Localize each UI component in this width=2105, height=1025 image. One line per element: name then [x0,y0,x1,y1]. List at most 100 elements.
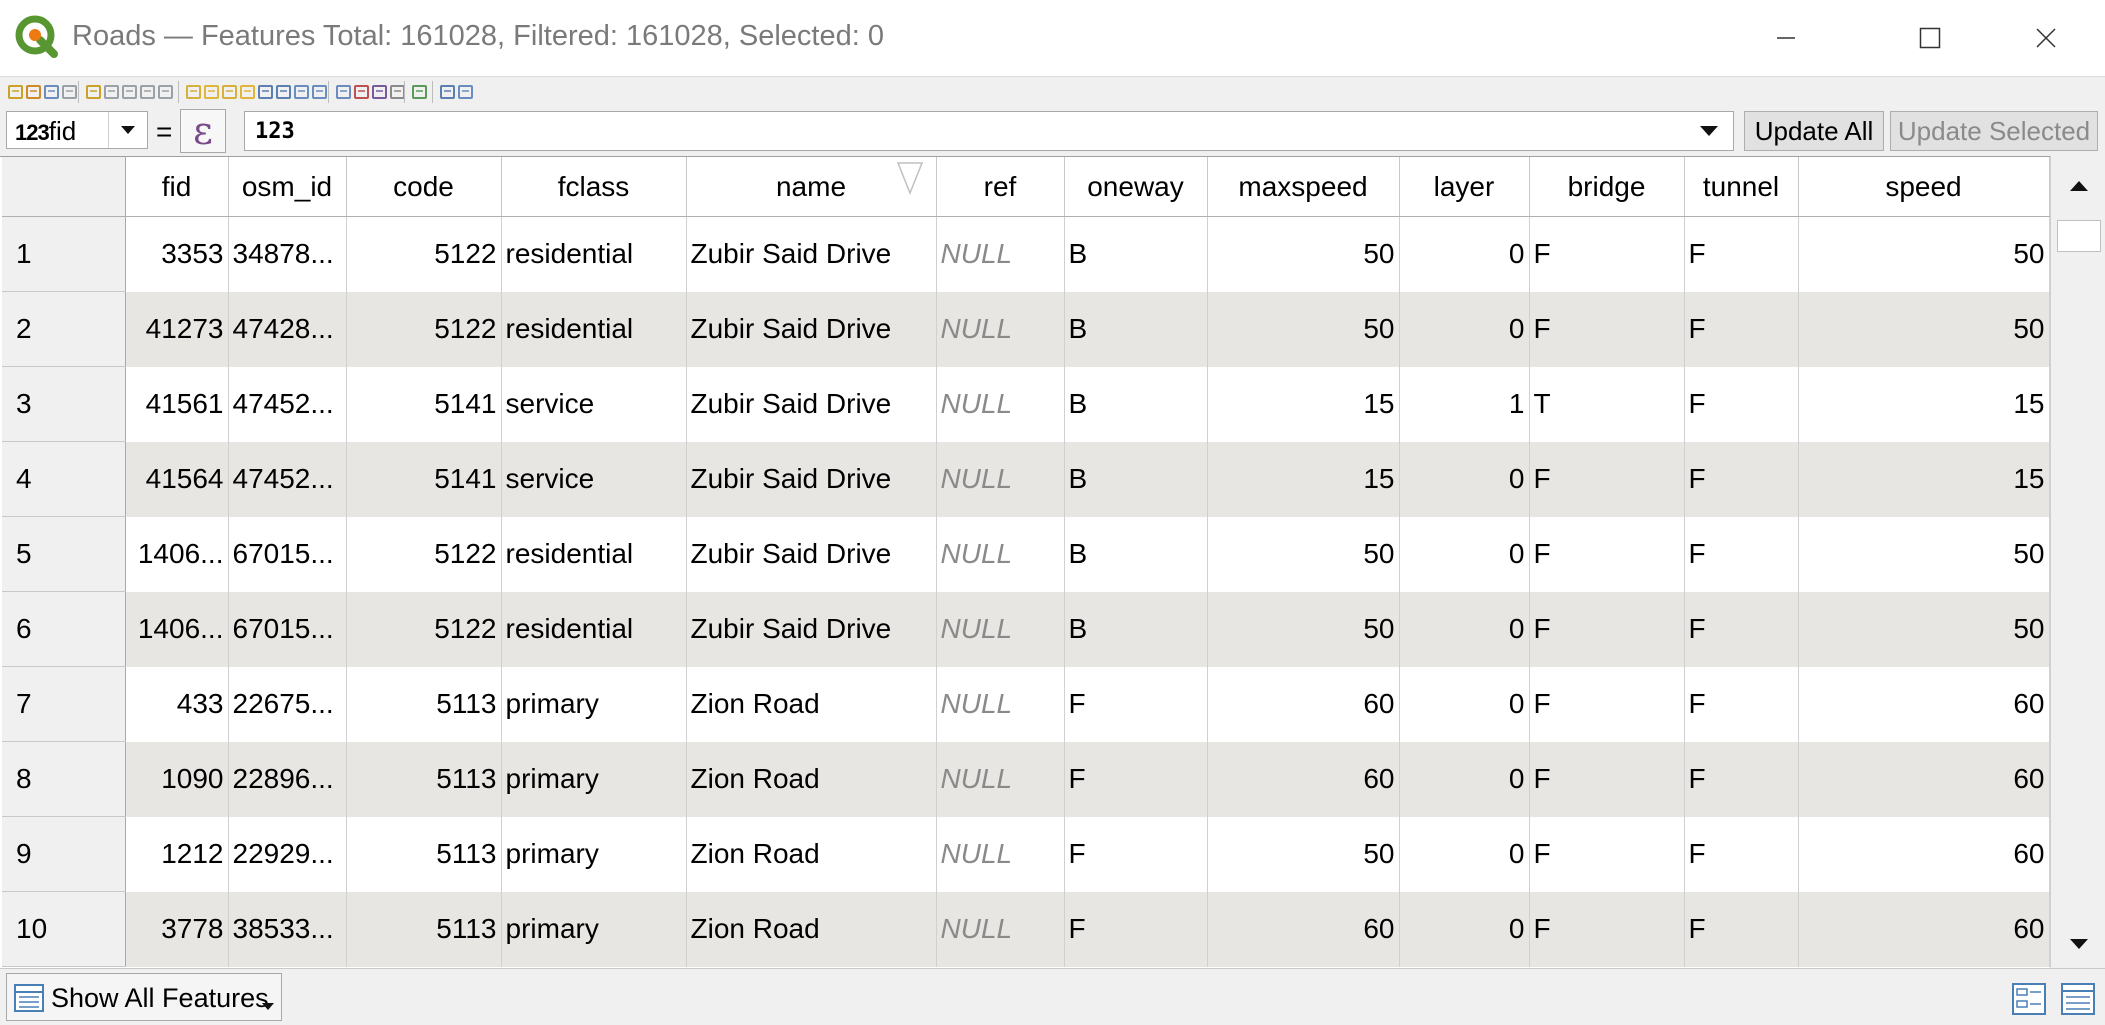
expression-field[interactable] [253,118,1637,145]
save-edits-icon[interactable] [42,82,62,102]
cell-osm_id[interactable]: 47452... [228,441,347,517]
cell-fclass[interactable]: residential [501,516,687,592]
cell-bridge[interactable]: F [1529,291,1685,367]
cell-tunnel[interactable]: F [1684,666,1799,742]
cell-name[interactable]: Zubir Said Drive [686,591,937,667]
cell-fclass[interactable]: residential [501,291,687,367]
cell-osm_id[interactable]: 47428... [228,291,347,367]
cell-speed[interactable]: 60 [1798,741,2050,817]
cell-maxspeed[interactable]: 50 [1207,216,1400,292]
cell-bridge[interactable]: F [1529,441,1685,517]
show-all-features-button[interactable]: Show All Features [6,973,282,1021]
column-header-fclass[interactable]: fclass [501,157,687,217]
actions-icon[interactable] [410,82,430,102]
delete-feature-icon[interactable] [102,82,122,102]
filter-selected-icon[interactable] [256,82,276,102]
cell-oneway[interactable]: F [1064,891,1208,967]
cell-tunnel[interactable]: F [1684,366,1799,442]
column-header-code[interactable]: code [346,157,502,217]
cell-code[interactable]: 5113 [346,666,502,742]
cell-speed[interactable]: 60 [1798,816,2050,892]
cell-maxspeed[interactable]: 60 [1207,741,1400,817]
row-header[interactable]: 8 [2,741,126,817]
cell-code[interactable]: 5122 [346,216,502,292]
cell-speed[interactable]: 15 [1798,366,2050,442]
scroll-down-arrow-icon[interactable] [2051,920,2105,968]
cell-osm_id[interactable]: 47452... [228,366,347,442]
cell-layer[interactable]: 1 [1399,366,1530,442]
cell-layer[interactable]: 0 [1399,816,1530,892]
maximize-button[interactable] [1872,0,1988,76]
cell-oneway[interactable]: F [1064,741,1208,817]
cell-fclass[interactable]: residential [501,591,687,667]
cell-osm_id[interactable]: 38533... [228,891,347,967]
cell-speed[interactable]: 60 [1798,666,2050,742]
cell-name[interactable]: Zubir Said Drive [686,366,937,442]
expression-input[interactable] [244,111,1734,151]
cell-name[interactable]: Zubir Said Drive [686,216,937,292]
invert-selection-icon[interactable] [220,82,240,102]
cut-icon[interactable] [120,82,140,102]
cell-ref[interactable]: NULL [936,816,1065,892]
table-row[interactable]: 9 1212 22929... 5113 primary Zion Road NULL F 50… [2,816,2050,892]
table-view-icon[interactable] [2060,981,2096,1017]
cell-fid[interactable]: 1406... [125,591,229,667]
cell-bridge[interactable]: F [1529,216,1685,292]
cell-fclass[interactable]: primary [501,666,687,742]
cell-layer[interactable]: 0 [1399,591,1530,667]
column-header-maxspeed[interactable]: maxspeed [1207,157,1400,217]
cell-name[interactable]: Zion Road [686,666,937,742]
cell-layer[interactable]: 0 [1399,216,1530,292]
expression-builder-button[interactable]: ε [180,109,226,153]
cell-ref[interactable]: NULL [936,216,1065,292]
cell-osm_id[interactable]: 67015... [228,516,347,592]
vertical-scrollbar[interactable] [2050,156,2105,968]
cell-oneway[interactable]: B [1064,516,1208,592]
cell-maxspeed[interactable]: 15 [1207,441,1400,517]
cell-oneway[interactable]: F [1064,816,1208,892]
field-calculator-icon[interactable] [370,82,390,102]
pan-to-selected-icon[interactable] [292,82,312,102]
cell-tunnel[interactable]: F [1684,741,1799,817]
table-row[interactable]: 6 1406... 67015... 5122 residential Zubir Sai… [2,591,2050,667]
cell-tunnel[interactable]: F [1684,591,1799,667]
row-header[interactable]: 2 [2,291,126,367]
select-expression-icon[interactable] [184,82,204,102]
cell-bridge[interactable]: F [1529,816,1685,892]
cell-oneway[interactable]: B [1064,366,1208,442]
cell-maxspeed[interactable]: 60 [1207,891,1400,967]
column-header-speed[interactable]: speed [1798,157,2050,217]
add-feature-icon[interactable] [84,82,104,102]
column-header-fid[interactable]: fid [125,157,229,217]
deselect-icon[interactable] [238,82,258,102]
cell-bridge[interactable]: F [1529,741,1685,817]
cell-code[interactable]: 5122 [346,516,502,592]
corner-cell[interactable] [2,157,126,217]
row-header[interactable]: 3 [2,366,126,442]
cell-name[interactable]: Zion Road [686,816,937,892]
cell-name[interactable]: Zubir Said Drive [686,516,937,592]
cell-speed[interactable]: 50 [1798,591,2050,667]
cell-osm_id[interactable]: 34878... [228,216,347,292]
cell-code[interactable]: 5113 [346,741,502,817]
row-header[interactable]: 5 [2,516,126,592]
cell-bridge[interactable]: F [1529,891,1685,967]
cell-osm_id[interactable]: 22675... [228,666,347,742]
row-header[interactable]: 6 [2,591,126,667]
paste-icon[interactable] [156,82,176,102]
cell-oneway[interactable]: B [1064,441,1208,517]
cell-speed[interactable]: 15 [1798,441,2050,517]
scroll-up-arrow-icon[interactable] [2051,156,2105,216]
cell-name[interactable]: Zubir Said Drive [686,291,937,367]
cell-tunnel[interactable]: F [1684,441,1799,517]
cell-bridge[interactable]: F [1529,666,1685,742]
row-header[interactable]: 1 [2,216,126,292]
reload-icon[interactable] [60,82,80,102]
column-header-tunnel[interactable]: tunnel [1684,157,1799,217]
table-row[interactable]: 10 3778 38533... 5113 primary Zion Road NULL F 6… [2,891,2050,967]
close-button[interactable] [1988,0,2104,76]
cell-bridge[interactable]: T [1529,366,1685,442]
cell-fid[interactable]: 1212 [125,816,229,892]
table-row[interactable]: 8 1090 22896... 5113 primary Zion Road NULL F 60… [2,741,2050,817]
cell-ref[interactable]: NULL [936,516,1065,592]
